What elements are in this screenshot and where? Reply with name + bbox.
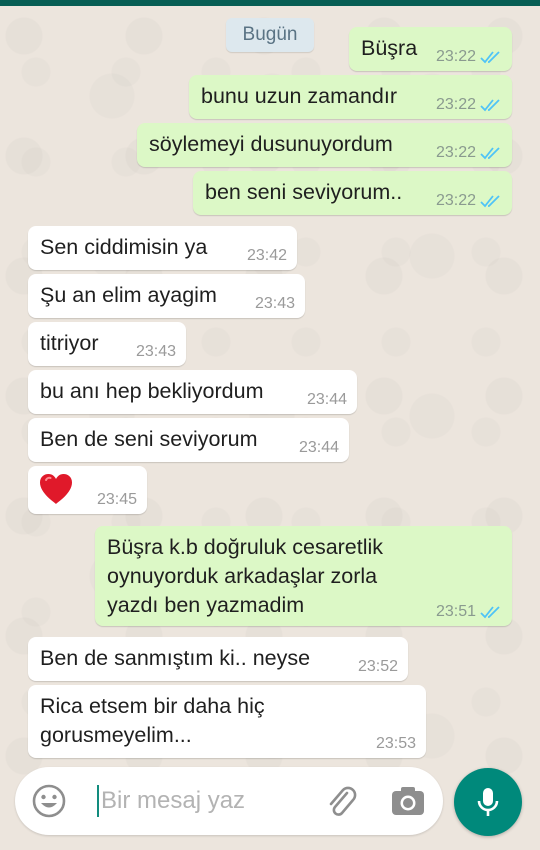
message-text: Şu an elim ayagim <box>40 283 217 307</box>
message-time: 23:43 <box>135 343 176 360</box>
message-text: söylemeyi dusunuyordum <box>149 132 393 156</box>
date-separator: Bugün <box>226 18 314 52</box>
message-time: 23:45 <box>96 491 137 508</box>
message-bubble[interactable]: Şu an elim ayagim 23:43 <box>28 274 305 318</box>
read-receipt-icon <box>480 195 500 208</box>
message-time: 23:22 <box>435 48 476 65</box>
attach-icon[interactable] <box>323 783 359 819</box>
message-composer: Bir mesaj yaz <box>15 767 443 835</box>
message-time: 23:22 <box>435 96 476 113</box>
message-text: Sen ciddimisin ya <box>40 235 208 259</box>
message-text: Büşra <box>361 36 418 60</box>
camera-icon[interactable] <box>389 783 427 819</box>
message-text: ben seni seviyorum.. <box>205 180 403 204</box>
message-bubble[interactable]: Sen ciddimisin ya 23:42 <box>28 226 297 270</box>
message-bubble[interactable]: Rica etsem bir daha hiç gorusmeyelim... … <box>28 685 426 758</box>
message-input[interactable]: Bir mesaj yaz <box>101 787 245 815</box>
emoji-icon[interactable] <box>31 783 67 819</box>
message-bubble[interactable]: Ben de seni seviyorum 23:44 <box>28 418 349 462</box>
message-time: 23:53 <box>375 735 416 752</box>
message-bubble[interactable]: titriyor 23:43 <box>28 322 186 366</box>
message-bubble[interactable]: bu anı hep bekliyordum 23:44 <box>28 370 357 414</box>
read-receipt-icon <box>480 606 500 619</box>
message-time: 23:42 <box>246 247 287 264</box>
read-receipt-icon <box>480 51 500 64</box>
mic-icon <box>477 788 499 816</box>
message-bubble[interactable]: ben seni seviyorum.. 23:22 <box>193 171 512 215</box>
message-bubble[interactable]: Büşra k.b doğruluk cesaretlik oynuyorduk… <box>95 526 512 626</box>
message-time: 23:44 <box>306 391 347 408</box>
message-time: 23:51 <box>435 603 476 620</box>
message-bubble[interactable]: bunu uzun zamandır 23:22 <box>189 75 512 119</box>
message-time: 23:52 <box>357 658 398 675</box>
message-text: Ben de sanmıştım ki.. neyse <box>40 646 311 670</box>
message-text: Büşra k.b doğruluk cesaretlik oynuyorduk… <box>107 535 384 617</box>
red-heart-emoji <box>40 474 72 504</box>
message-text: bunu uzun zamandır <box>201 84 398 108</box>
message-time: 23:22 <box>435 192 476 209</box>
message-text: Ben de seni seviyorum <box>40 427 258 451</box>
message-bubble[interactable]: söylemeyi dusunuyordum 23:22 <box>137 123 512 167</box>
read-receipt-icon <box>480 147 500 160</box>
message-time: 23:44 <box>298 439 339 456</box>
message-bubble[interactable]: 23:45 <box>28 466 147 514</box>
read-receipt-icon <box>480 99 500 112</box>
message-bubble[interactable]: Ben de sanmıştım ki.. neyse 23:52 <box>28 637 408 681</box>
message-time: 23:43 <box>254 295 295 312</box>
message-text: bu anı hep bekliyordum <box>40 379 264 403</box>
message-text: Rica etsem bir daha hiç gorusmeyelim... <box>40 694 265 747</box>
message-list[interactable]: Bugün Büşra 23:22 bunu uzun zamandır 23:… <box>0 0 540 760</box>
message-text: titriyor <box>40 331 99 355</box>
message-time: 23:22 <box>435 144 476 161</box>
text-cursor <box>97 785 99 817</box>
voice-record-button[interactable] <box>454 768 522 836</box>
message-bubble[interactable]: Büşra 23:22 <box>349 27 512 71</box>
